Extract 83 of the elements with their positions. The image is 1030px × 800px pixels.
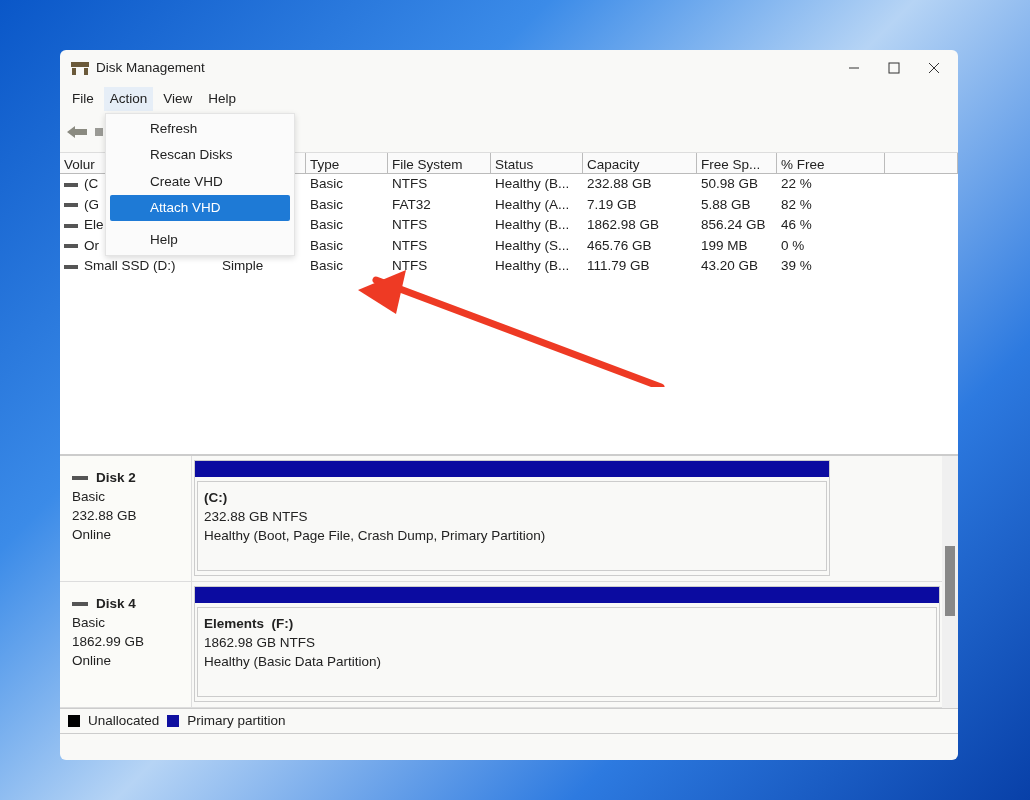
table-cell-text: 39 % xyxy=(781,257,812,276)
table-cell-text: NTFS xyxy=(392,257,428,276)
window-title: Disk Management xyxy=(96,58,205,77)
menu-item[interactable]: Rescan Disks xyxy=(110,142,290,169)
menu-item[interactable]: Action xyxy=(103,86,154,111)
table-cell-text: 1862.98 GB xyxy=(587,216,660,235)
disk-size: 1862.99 GB xyxy=(72,633,146,652)
table-cell-text: Basic xyxy=(310,175,343,194)
table-cell-text: Ele xyxy=(84,216,104,235)
table-cell-text: Healthy (A... xyxy=(495,195,570,214)
disk-type: Basic xyxy=(72,614,106,633)
volume-icon xyxy=(64,243,78,250)
column-header[interactable]: Free Sp... xyxy=(697,153,777,175)
volume-icon xyxy=(64,263,78,270)
volume-icon xyxy=(64,181,78,188)
table-cell-text: Basic xyxy=(310,257,343,276)
table-cell-text: 5.88 GB xyxy=(701,195,751,214)
menu-item[interactable]: Attach VHD xyxy=(110,194,290,221)
table-cell-text: Basic xyxy=(310,216,343,235)
table-cell-text: (C xyxy=(84,175,99,194)
table-cell-text: Healthy (S... xyxy=(495,236,570,255)
table-cell-text: Healthy (B... xyxy=(495,175,570,194)
table-cell-text: Healthy (B... xyxy=(495,216,570,235)
disk-type: Basic xyxy=(72,488,106,507)
table-cell-text: 199 MB xyxy=(701,236,748,255)
table-cell-text: 82 % xyxy=(781,195,812,214)
table-cell-text: Or xyxy=(84,236,99,255)
column-header[interactable]: File System xyxy=(388,153,491,175)
menu-item[interactable]: Help xyxy=(202,86,243,111)
table-cell-text: 50.98 GB xyxy=(701,175,759,194)
table-cell-text: NTFS xyxy=(392,236,428,255)
disk-status: Online xyxy=(72,652,113,671)
column-header[interactable]: Capacity xyxy=(583,153,697,175)
column-header[interactable]: Type xyxy=(306,153,388,175)
maximize-icon[interactable] xyxy=(888,61,900,74)
table-cell-text: Basic xyxy=(310,236,343,255)
table-cell-text: Small SSD (D:) xyxy=(84,257,176,276)
volume-icon xyxy=(64,222,78,229)
partition-status: Healthy (Boot, Page File, Crash Dump, Primary Partition) xyxy=(204,527,547,546)
disk-size: 232.88 GB xyxy=(72,507,138,526)
partition-block[interactable]: (C:) 232.88 GB NTFS Healthy (Boot, Page File, Crash Dump, Primary Partition) xyxy=(194,460,830,577)
partition-label: (C:) xyxy=(204,489,229,508)
column-header[interactable] xyxy=(885,153,958,175)
disk-status: Online xyxy=(72,526,113,545)
scrollbar-thumb[interactable] xyxy=(945,546,955,617)
toolbar-icon[interactable] xyxy=(94,127,104,137)
table-cell-text: 232.88 GB xyxy=(587,175,652,194)
menu-item[interactable]: Create VHD xyxy=(110,168,290,195)
partition-label: Elements (F:) xyxy=(204,615,295,634)
table-cell-text: 46 % xyxy=(781,216,812,235)
table-cell-text: 111.79 GB xyxy=(587,257,650,276)
table-cell-text: (G xyxy=(84,195,99,214)
scrollbar[interactable] xyxy=(942,456,958,709)
column-header[interactable]: Status xyxy=(491,153,583,175)
table-cell-text: NTFS xyxy=(392,216,428,235)
table-cell-text: 0 % xyxy=(781,236,805,255)
menu-item[interactable]: Refresh xyxy=(110,116,290,143)
table-cell-text: NTFS xyxy=(392,175,428,194)
table-cell-text: 43.20 GB xyxy=(701,257,759,276)
table-cell-text: 7.19 GB xyxy=(587,195,637,214)
partition-size: 232.88 GB NTFS xyxy=(204,508,309,527)
table-cell-text: 856.24 GB xyxy=(701,216,766,235)
table-cell-text: Simple xyxy=(222,257,264,276)
table-cell-text: 22 % xyxy=(781,175,812,194)
menu-item[interactable]: View xyxy=(157,86,199,111)
disk-management-icon xyxy=(70,59,90,76)
disk-name: Disk 4 xyxy=(96,595,136,614)
close-icon[interactable] xyxy=(928,61,940,74)
table-cell-text: Basic xyxy=(310,195,343,214)
menu-item[interactable]: Help xyxy=(110,227,290,254)
legend-label: Primary partition xyxy=(187,712,286,731)
partition-block[interactable]: Elements (F:) 1862.98 GB NTFS Healthy (Basic Data Partition) xyxy=(194,586,940,703)
back-arrow-icon[interactable] xyxy=(66,124,88,140)
menu-item[interactable]: File xyxy=(66,86,100,111)
column-header[interactable]: % Free xyxy=(777,153,885,175)
volume-icon xyxy=(64,202,78,209)
legend-label: Unallocated xyxy=(88,712,160,731)
partition-size: 1862.98 GB NTFS xyxy=(204,634,317,653)
disk-name: Disk 2 xyxy=(96,469,136,488)
table-cell-text: Healthy (B... xyxy=(495,257,570,276)
table-cell-text: FAT32 xyxy=(392,195,431,214)
table-cell-text: 465.76 GB xyxy=(587,236,652,255)
partition-status: Healthy (Basic Data Partition) xyxy=(204,653,383,672)
